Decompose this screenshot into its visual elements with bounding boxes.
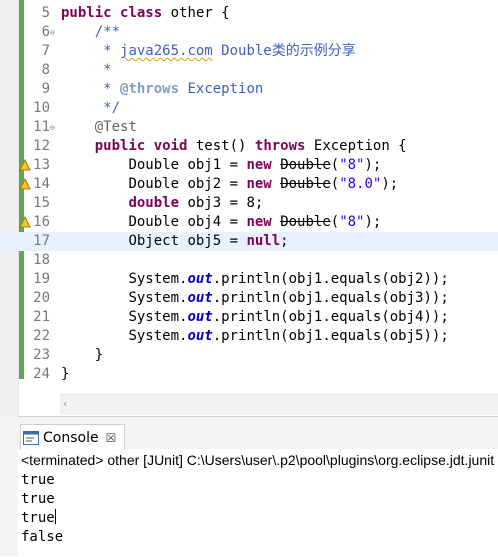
line-number: 17	[33, 233, 50, 249]
code-line-12: 12 public void test() throws Exception {	[0, 137, 498, 156]
code-line-5: 5 public class other {	[0, 4, 498, 23]
close-icon[interactable]: ☒	[106, 431, 117, 445]
code-text: *	[94, 62, 112, 78]
code-text: double obj3 = 8;	[128, 195, 264, 211]
fold-toggle-icon[interactable]: ⊖	[50, 23, 55, 42]
console-tab-bar: Console ☒	[18, 417, 498, 450]
line-number: 15	[33, 195, 50, 211]
code-line-19: 19 System.out.println(obj1.equals(obj2))…	[0, 270, 498, 289]
code-line-7: 7 * java265.com Double类的示例分享	[0, 42, 498, 61]
console-output-line: false	[21, 529, 64, 545]
line-number: 19	[33, 271, 50, 287]
code-text: * java265.com Double类的示例分享	[94, 43, 356, 59]
console-status-line: <terminated> other [JUnit] C:\Users\user…	[21, 452, 495, 468]
code-text: public void test() throws Exception {	[94, 138, 407, 154]
code-text: Object obj5 = null;	[128, 233, 289, 249]
fold-toggle-icon[interactable]: ⊖	[50, 118, 55, 137]
code-line-21: 21 System.out.println(obj1.equals(obj4))…	[0, 308, 498, 327]
line-number: 22	[33, 328, 50, 344]
code-text: Double obj4 = new Double("8");	[128, 214, 382, 230]
code-text: System.out.println(obj1.equals(obj4));	[128, 309, 449, 325]
console-left-strip	[0, 416, 18, 556]
code-line-13: 13 Double obj1 = new Double("8");	[0, 156, 498, 175]
line-number: 8	[41, 62, 50, 78]
code-line-18: 18	[0, 251, 498, 270]
code-text: System.out.println(obj1.equals(obj2));	[128, 271, 449, 287]
line-number: 11	[33, 119, 50, 135]
code-line-6: 6 ⊖ /**	[0, 23, 498, 42]
console-output[interactable]: true true true false	[21, 471, 63, 547]
code-line-22: 22 System.out.println(obj1.equals(obj5))…	[0, 327, 498, 346]
line-number: 5	[41, 5, 50, 21]
code-text: System.out.println(obj1.equals(obj3));	[128, 290, 449, 306]
line-number: 23	[33, 347, 50, 363]
code-text: public class other {	[61, 5, 230, 21]
code-text: */	[94, 100, 121, 116]
code-text: Double obj1 = new Double("8");	[128, 157, 382, 173]
line-number: 13	[33, 157, 50, 173]
line-number: 7	[41, 43, 50, 59]
code-line-20: 20 System.out.println(obj1.equals(obj3))…	[0, 289, 498, 308]
console-icon	[23, 430, 39, 445]
line-number: 9	[41, 81, 50, 97]
code-line-15: 15 double obj3 = 8;	[0, 194, 498, 213]
code-text: Double obj2 = new Double("8.0");	[128, 176, 399, 192]
line-number: 18	[33, 252, 50, 268]
code-line-17-current: 17 Object obj5 = null;	[0, 232, 498, 251]
code-text: * @throws Exception	[94, 81, 264, 97]
console-output-line: true	[21, 472, 55, 488]
console-tab-label: Console	[43, 429, 99, 446]
code-line-24: 24 }	[0, 365, 498, 384]
code-line-8: 8 *	[0, 61, 498, 80]
line-number: 21	[33, 309, 50, 325]
line-number: 14	[33, 176, 50, 192]
code-text: /**	[94, 24, 121, 40]
console-output-line: true	[21, 491, 55, 507]
code-text: System.out.println(obj1.equals(obj5));	[128, 328, 449, 344]
console-view[interactable]: Console ☒ <terminated> other [JUnit] C:\…	[18, 416, 498, 557]
code-line-10: 10 */	[0, 99, 498, 118]
code-line-9: 9 * @throws Exception	[0, 80, 498, 99]
line-number: 12	[33, 138, 50, 154]
code-line-11: 11 ⊖ @Test	[0, 118, 498, 137]
text-caret	[54, 509, 56, 524]
console-output-line: true	[21, 509, 56, 526]
horizontal-scrollbar[interactable]: ‹	[60, 394, 498, 415]
code-text: }	[94, 347, 104, 363]
line-number: 6	[41, 24, 50, 40]
line-number: 20	[33, 290, 50, 306]
code-text: }	[61, 366, 70, 382]
code-editor[interactable]: 5 public class other { 6 ⊖ /** 7 * java2…	[0, 0, 498, 416]
tab-console[interactable]: Console ☒	[20, 424, 126, 450]
line-number: 10	[33, 100, 50, 116]
line-number: 24	[33, 366, 50, 382]
code-line-14: 14 Double obj2 = new Double("8.0");	[0, 175, 498, 194]
code-text: @Test	[94, 119, 137, 135]
code-line-23: 23 }	[0, 346, 498, 365]
code-line-16: 16 Double obj4 = new Double("8");	[0, 213, 498, 232]
line-number: 16	[33, 214, 50, 230]
scroll-left-arrow-icon[interactable]: ‹	[63, 397, 67, 410]
